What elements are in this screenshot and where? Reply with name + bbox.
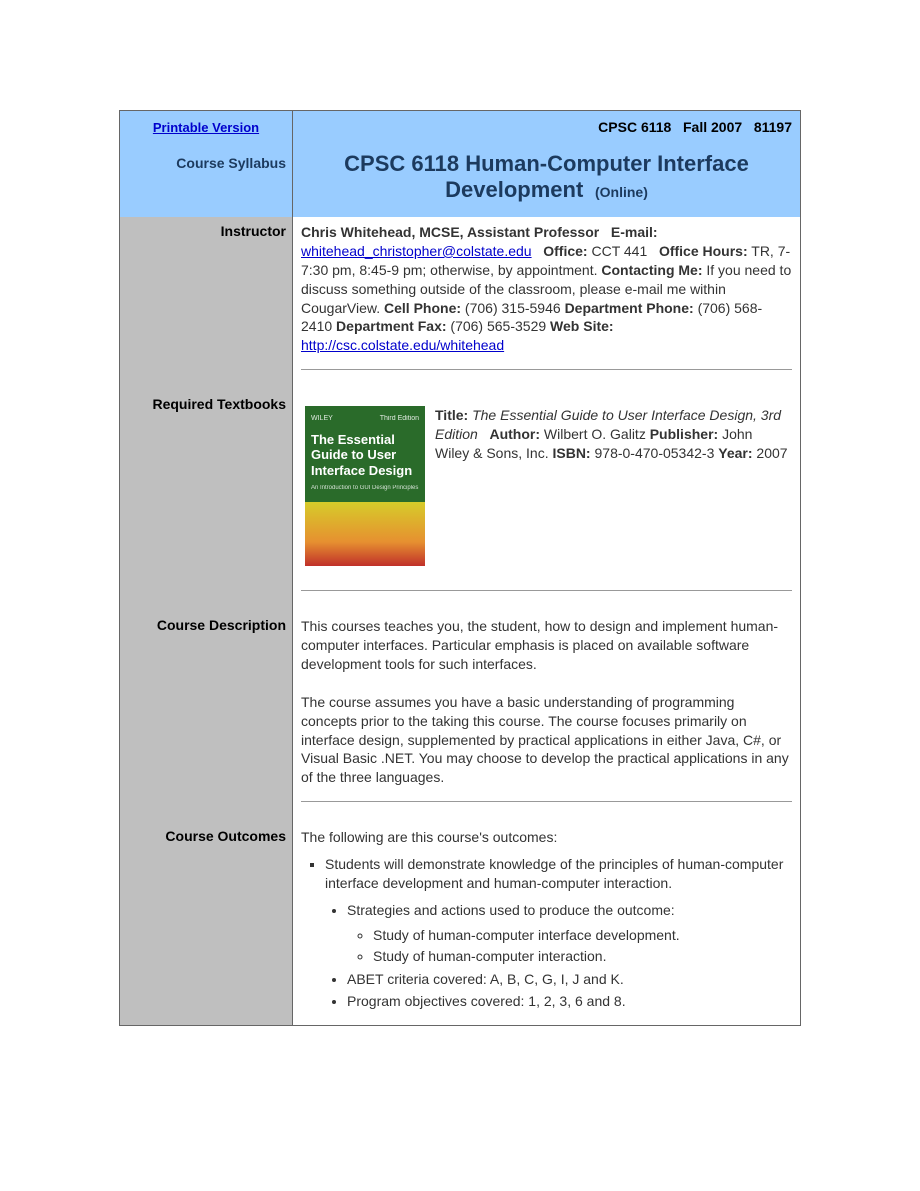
- outcome-sub-2: ABET criteria covered: A, B, C, G, I, J …: [347, 970, 792, 989]
- header-left-cell: Printable Version: [120, 111, 293, 143]
- book-isbn: 978-0-470-05342-3: [591, 445, 719, 461]
- book-publisher-label: Publisher:: [650, 426, 718, 442]
- outcomes-label: Course Outcomes: [120, 822, 293, 1025]
- textbook-row: Required Textbooks WILEY Third Edition T…: [120, 390, 800, 611]
- dept-fax-label: Department Fax:: [336, 318, 446, 334]
- course-mode: (Online): [595, 184, 648, 200]
- instructor-label: Instructor: [120, 217, 293, 390]
- textbook-content: WILEY Third Edition The Essential Guide …: [293, 390, 800, 611]
- book-info: Title: The Essential Guide to User Inter…: [435, 406, 788, 566]
- outcome-sub-1: Strategies and actions used to produce t…: [347, 901, 792, 966]
- separator: [301, 590, 792, 591]
- cell-label: Cell Phone:: [384, 300, 461, 316]
- description-label: Course Description: [120, 611, 293, 822]
- title-row: Course Syllabus CPSC 6118 Human-Computer…: [120, 143, 800, 217]
- book-title-label: Title:: [435, 407, 468, 423]
- course-code: CPSC 6118: [598, 119, 671, 135]
- book-author: Wilbert O. Galitz: [540, 426, 650, 442]
- outcome-sub-3: Program objectives covered: 1, 2, 3, 6 a…: [347, 992, 792, 1011]
- printable-version-link[interactable]: Printable Version: [153, 120, 259, 135]
- header-row: Printable Version CPSC 6118 Fall 2007 81…: [120, 111, 800, 143]
- textbook-label: Required Textbooks: [120, 390, 293, 611]
- textbook-block: WILEY Third Edition The Essential Guide …: [301, 396, 792, 576]
- cover-title: The Essential Guide to User Interface De…: [311, 432, 419, 479]
- contacting-label: Contacting Me:: [601, 262, 702, 278]
- office-hours-label: Office Hours:: [659, 243, 748, 259]
- outcome-sub2list: Study of human-computer interface develo…: [347, 926, 792, 966]
- book-year: 2007: [753, 445, 788, 461]
- title-right: CPSC 6118 Human-Computer Interface Devel…: [293, 143, 800, 217]
- outcome-1-text: Students will demonstrate knowledge of t…: [325, 856, 783, 891]
- instructor-email-link[interactable]: whitehead_christopher@colstate.edu: [301, 243, 532, 259]
- outcome-sub2-b: Study of human-computer interaction.: [373, 947, 792, 966]
- term: Fall 2007: [683, 119, 742, 135]
- instructor-name: Chris Whitehead, MCSE, Assistant Profess…: [301, 224, 599, 240]
- cover-publisher: WILEY: [311, 414, 333, 423]
- course-title: CPSC 6118 Human-Computer Interface Devel…: [344, 151, 749, 202]
- instructor-content: Chris Whitehead, MCSE, Assistant Profess…: [293, 217, 800, 390]
- outcomes-content: The following are this course's outcomes…: [293, 822, 800, 1025]
- description-content: This courses teaches you, the student, h…: [293, 611, 800, 822]
- description-p1: This courses teaches you, the student, h…: [301, 617, 792, 674]
- outcome-sub2-a: Study of human-computer interface develo…: [373, 926, 792, 945]
- outcome-sublist: Strategies and actions used to produce t…: [325, 901, 792, 1011]
- office: CCT 441: [591, 243, 647, 259]
- website-link[interactable]: http://csc.colstate.edu/whitehead: [301, 337, 504, 353]
- crn: 81197: [754, 119, 792, 135]
- book-year-label: Year:: [718, 445, 752, 461]
- email-label: E-mail:: [611, 224, 658, 240]
- website-label: Web Site:: [550, 318, 614, 334]
- separator: [301, 801, 792, 802]
- dept-fax: (706) 565-3529: [447, 318, 551, 334]
- dept-phone-label: Department Phone:: [565, 300, 694, 316]
- cover-edition: Third Edition: [380, 414, 419, 423]
- separator: [301, 369, 792, 370]
- outcome-item-1: Students will demonstrate knowledge of t…: [325, 855, 792, 1011]
- description-p2: The course assumes you have a basic unde…: [301, 693, 792, 787]
- header-right-cell: CPSC 6118 Fall 2007 81197: [293, 111, 800, 143]
- outcomes-row: Course Outcomes The following are this c…: [120, 822, 800, 1025]
- outcomes-intro: The following are this course's outcomes…: [301, 829, 557, 845]
- description-row: Course Description This courses teaches …: [120, 611, 800, 822]
- book-cover-image: WILEY Third Edition The Essential Guide …: [305, 406, 425, 566]
- cell-phone: (706) 315-5946: [461, 300, 565, 316]
- instructor-row: Instructor Chris Whitehead, MCSE, Assist…: [120, 217, 800, 390]
- book-author-label: Author:: [489, 426, 540, 442]
- office-label: Office:: [543, 243, 587, 259]
- outcome-sub-1-text: Strategies and actions used to produce t…: [347, 902, 675, 918]
- book-isbn-label: ISBN:: [552, 445, 590, 461]
- title-left: Course Syllabus: [120, 143, 293, 217]
- syllabus-page: Printable Version CPSC 6118 Fall 2007 81…: [119, 110, 801, 1026]
- outcomes-list: Students will demonstrate knowledge of t…: [305, 855, 792, 1011]
- cover-subtitle: An Introduction to GUI Design Principles: [311, 484, 419, 492]
